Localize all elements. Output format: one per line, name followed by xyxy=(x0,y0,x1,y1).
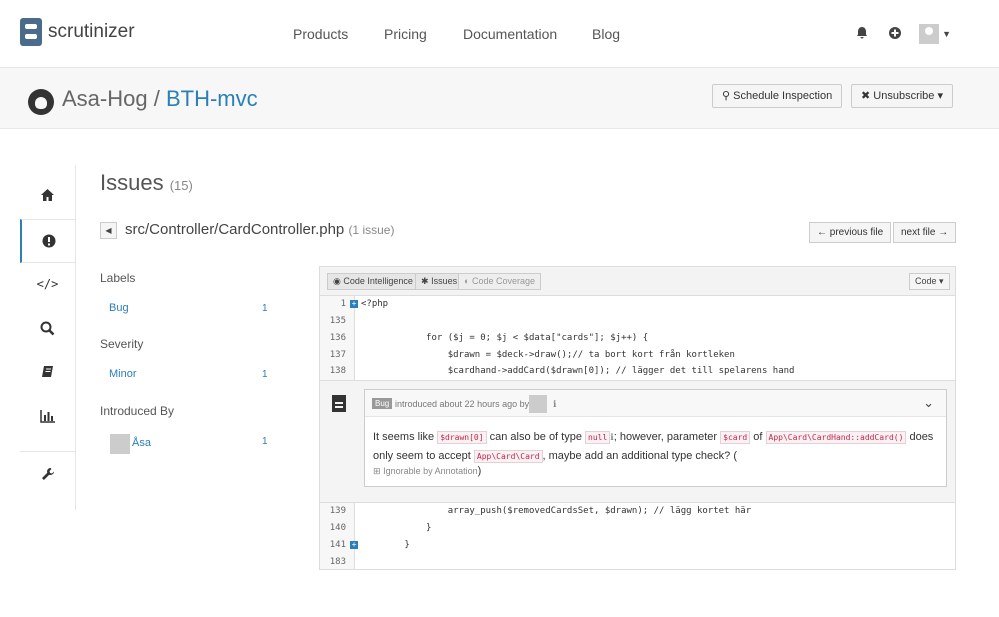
code-toolbar: ◉ Code Intelligence ✱ Issues ◐ Code Cove… xyxy=(320,267,955,296)
search-icon xyxy=(40,321,55,335)
filter-severity-minor[interactable]: Minor xyxy=(109,368,137,380)
user-avatar[interactable] xyxy=(919,24,940,44)
filter-count: 1 xyxy=(262,436,268,447)
code-tag: App\Card\CardHand::addCard() xyxy=(765,431,907,444)
sidebar-item-issues[interactable] xyxy=(20,219,75,263)
close-icon: ✖ xyxy=(861,90,871,102)
code-line: 140 } xyxy=(329,523,432,533)
eye-icon: ◉ xyxy=(333,276,341,286)
sidebar: </> xyxy=(20,165,76,510)
page-title: Issues (15) xyxy=(100,170,193,195)
issue-card: Bug introduced about 22 hours ago by ℹ ⌄… xyxy=(364,389,947,487)
labels-heading: Labels xyxy=(100,271,136,285)
scrutinizer-logo-icon xyxy=(20,18,42,46)
severity-heading: Severity xyxy=(100,337,144,351)
repo-title: Asa-Hog / BTH-mvc xyxy=(62,86,258,112)
repo-owner[interactable]: Asa-Hog xyxy=(62,86,148,111)
user-actions: ▼ xyxy=(837,24,951,44)
nav-blog[interactable]: Blog xyxy=(592,26,620,42)
nav-pricing[interactable]: Pricing xyxy=(384,26,427,42)
issue-message: It seems like $drawn[0] can also be of t… xyxy=(373,431,934,463)
brand-name: scrutinizer xyxy=(48,21,135,42)
sidebar-item-home[interactable] xyxy=(20,173,75,217)
sidebar-item-code[interactable]: </> xyxy=(20,262,75,306)
code-line: 139 array_push($removedCardsSet, $drawn)… xyxy=(329,506,752,516)
repo-name[interactable]: BTH-mvc xyxy=(166,86,258,111)
issue-header: Bug introduced about 22 hours ago by ℹ ⌄ xyxy=(365,390,946,417)
code-line: 135 xyxy=(329,316,346,326)
code-viewer: ◉ Code Intelligence ✱ Issues ◐ Code Cove… xyxy=(319,266,956,570)
code-icon: </> xyxy=(36,277,59,291)
sidebar-item-docs[interactable] xyxy=(20,350,75,394)
home-icon xyxy=(41,189,54,201)
avatar[interactable] xyxy=(529,395,547,413)
file-issue-count: (1 issue) xyxy=(348,223,395,237)
filter-user-asa[interactable]: Åsa xyxy=(132,437,151,449)
plus-square-icon: ⊞ xyxy=(373,466,381,476)
inline-issue: Bug introduced about 22 hours ago by ℹ ⌄… xyxy=(320,380,955,503)
bug-badge: Bug xyxy=(372,398,393,409)
shield-icon: ◐ xyxy=(464,276,470,286)
back-button[interactable]: ◀ xyxy=(100,222,117,239)
introduced-by-heading: Introduced By xyxy=(100,404,175,418)
chevron-down-icon[interactable]: ▼ xyxy=(942,29,951,39)
code-coverage-toggle[interactable]: ◐ Code Coverage xyxy=(458,273,541,290)
code-line: 183 xyxy=(329,557,346,567)
search-icon: ⚲ xyxy=(722,90,731,102)
nav-documentation[interactable]: Documentation xyxy=(463,26,557,42)
bell-icon[interactable] xyxy=(854,26,870,42)
repo-header: Asa-Hog / BTH-mvc ⚲ Schedule Inspection … xyxy=(0,68,999,129)
issues-toggle[interactable]: ✱ Issues xyxy=(415,273,464,290)
filter-label-bug[interactable]: Bug xyxy=(109,302,129,314)
bug-icon: ✱ xyxy=(421,276,429,286)
code-tag: App\Card\Card xyxy=(473,450,543,463)
book-icon xyxy=(41,366,53,377)
github-icon xyxy=(28,89,54,115)
repo-separator: / xyxy=(153,86,160,111)
expand-icon[interactable]: + xyxy=(350,300,358,308)
caret-down-icon: ▾ xyxy=(937,90,944,102)
sidebar-item-settings[interactable] xyxy=(20,451,75,495)
wrench-icon xyxy=(41,467,54,480)
code-intelligence-toggle[interactable]: ◉ Code Intelligence xyxy=(327,273,419,290)
unsubscribe-button[interactable]: ✖ Unsubscribe ▾ xyxy=(851,84,954,108)
top-navbar: scrutinizer Products Pricing Documentati… xyxy=(0,0,999,68)
expand-icon[interactable]: + xyxy=(350,541,358,549)
issues-count: (15) xyxy=(169,178,193,193)
code-line: 137 $drawn = $deck->draw();// ta bort ko… xyxy=(329,350,735,360)
info-icon[interactable]: ℹ xyxy=(553,399,556,410)
previous-file-button[interactable]: ← previous file xyxy=(809,222,892,243)
chevron-down-icon[interactable]: ⌄ xyxy=(923,395,934,411)
chevron-left-icon: ◀ xyxy=(105,226,112,235)
code-tag: null xyxy=(585,431,611,444)
avatar xyxy=(110,434,130,454)
brand-logo[interactable]: scrutinizer xyxy=(20,18,135,46)
schedule-inspection-button[interactable]: ⚲ Schedule Inspection xyxy=(712,84,843,108)
next-file-button[interactable]: next file → xyxy=(893,222,957,243)
code-line: 138 $cardhand->addCard($drawn[0]); // lä… xyxy=(329,366,795,376)
caret-down-icon: ▾ xyxy=(939,276,944,286)
filter-count: 1 xyxy=(262,369,268,380)
code-line: 1 + <?php xyxy=(340,299,389,309)
code-tag: $drawn[0] xyxy=(437,431,487,444)
code-line: 141 + } xyxy=(329,540,410,550)
code-line: 136 for ($j = 0; $j < $data["cards"]; $j… xyxy=(329,333,649,343)
issue-meta: introduced about 22 hours ago by xyxy=(395,399,530,409)
filter-count: 1 xyxy=(262,303,268,314)
sidebar-item-search[interactable] xyxy=(20,306,75,350)
add-circle-icon[interactable] xyxy=(887,26,903,42)
exclamation-circle-icon xyxy=(42,234,55,248)
sidebar-item-stats[interactable] xyxy=(20,394,75,438)
file-text-icon xyxy=(332,395,346,412)
nav-products[interactable]: Products xyxy=(293,26,348,42)
code-tag: $card xyxy=(720,431,751,444)
bar-chart-icon xyxy=(39,410,55,423)
view-mode-select[interactable]: Code ▾ xyxy=(909,273,950,290)
ignorable-by-annotation[interactable]: ⊞ Ignorable by Annotation) xyxy=(373,465,481,477)
file-path: src/Controller/CardController.php (1 iss… xyxy=(125,221,395,238)
